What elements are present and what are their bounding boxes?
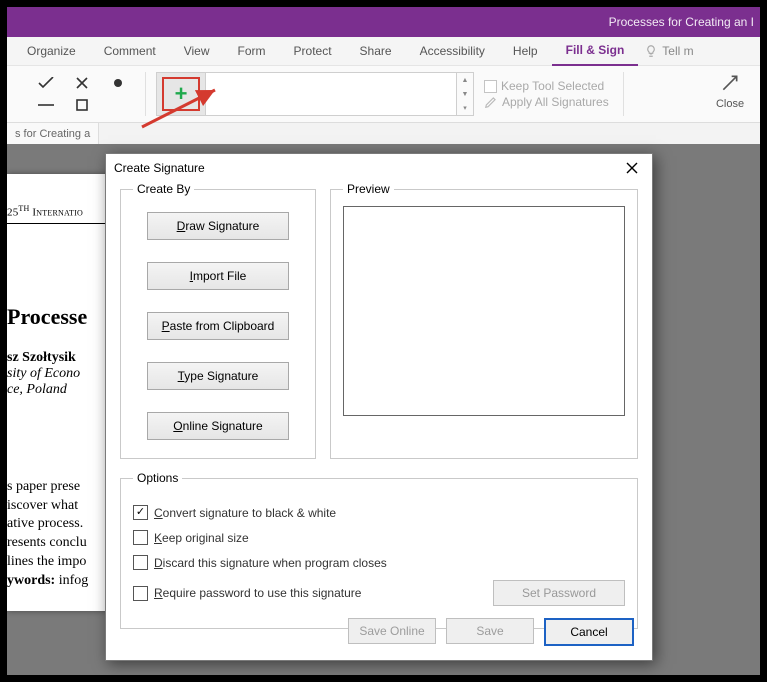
save-online-button: Save Online [348,618,436,644]
menu-protect[interactable]: Protect [280,37,346,65]
mark-line-icon[interactable] [37,98,55,112]
dialog-close-button[interactable] [620,156,644,180]
spinner-down-icon[interactable]: ▼ [457,87,473,101]
options-legend: Options [133,471,182,485]
spinner-more-icon[interactable]: ▾ [457,101,473,115]
type-signature-button[interactable]: Type Signature [147,362,289,390]
page-header-num: 25 [7,207,18,219]
draw-signature-button[interactable]: Draw Signature [147,212,289,240]
mark-check-icon[interactable] [37,76,55,90]
page-header-text: Internatio [29,207,83,219]
lightbulb-icon [644,44,658,58]
menu-view[interactable]: View [170,37,224,65]
gallery-spinner[interactable]: ▲ ▼ ▾ [457,72,474,116]
menu-organize[interactable]: Organize [13,37,90,65]
keep-tool-selected[interactable]: Keep Tool Selected [484,79,609,93]
mark-dot-icon[interactable] [109,76,127,90]
options-group: Options Convert signature to black & whi… [120,471,638,629]
ribbon-separator [145,72,146,116]
require-password-label: Require password to use this signature [154,586,361,600]
apply-all-signatures[interactable]: Apply All Signatures [484,95,609,109]
checkbox-icon [484,80,497,93]
cancel-button[interactable]: Cancel [544,618,634,646]
close-icon [626,162,638,174]
add-signature-highlight: + [162,77,200,111]
mark-rect-icon[interactable] [73,98,91,112]
menu-accessibility[interactable]: Accessibility [406,37,499,65]
page-header-sup: TH [18,204,29,213]
online-signature-button[interactable]: Online Signature [147,412,289,440]
ribbon-options: Keep Tool Selected Apply All Signatures [484,79,609,109]
keep-original-size-label: Keep original size [154,531,249,545]
pen-icon [484,95,498,109]
window-title: Processes for Creating an I [609,15,754,29]
keywords-label: ywords: [7,573,55,588]
preview-legend: Preview [343,182,394,196]
mark-x-icon[interactable] [73,76,91,90]
document-tab[interactable]: s for Creating a [7,123,99,145]
discard-on-close-checkbox[interactable] [133,555,148,570]
import-file-button[interactable]: Import File [147,262,289,290]
create-signature-dialog: Create Signature Create By Draw Signatur… [105,153,653,661]
ribbon-close-group[interactable]: Close [710,70,750,110]
signature-preview-box [343,206,625,416]
signature-gallery: + ▲ ▼ ▾ [156,72,474,116]
create-by-legend: Create By [133,182,194,196]
paste-from-clipboard-button[interactable]: Paste from Clipboard [147,312,289,340]
menu-help[interactable]: Help [499,37,552,65]
dialog-title: Create Signature [114,161,205,175]
spinner-up-icon[interactable]: ▲ [457,73,473,87]
create-by-group: Create By Draw Signature Import File Pas… [120,182,316,459]
add-signature-slot[interactable]: + [156,72,206,116]
convert-bw-label: Convert signature to black & white [154,506,336,520]
dialog-titlebar: Create Signature [106,154,652,182]
keywords-text: infog [55,573,88,588]
require-password-checkbox[interactable] [133,586,148,601]
keep-original-size-checkbox[interactable] [133,530,148,545]
discard-on-close-label: Discard this signature when program clos… [154,556,387,570]
apply-all-label: Apply All Signatures [502,95,609,109]
set-password-button: Set Password [493,580,625,606]
menu-share[interactable]: Share [346,37,406,65]
close-ribbon-label: Close [710,98,750,110]
close-ribbon-icon [710,70,750,96]
ribbon-separator-2 [623,72,624,116]
ribbon: + ▲ ▼ ▾ Keep Tool Selected Apply All Sig [7,66,760,123]
menu-fill-and-sign[interactable]: Fill & Sign [552,36,639,66]
tell-me[interactable]: Tell m [644,44,693,58]
tell-me-label: Tell m [662,44,693,58]
dialog-footer: Save Online Save Cancel [348,618,634,646]
title-bar: Processes for Creating an I [7,7,760,37]
save-button: Save [446,618,534,644]
preview-group: Preview [330,182,638,459]
convert-bw-checkbox[interactable] [133,505,148,520]
menu-bar: Organize Comment View Form Protect Share… [7,37,760,66]
document-tabs: s for Creating a [7,123,760,146]
menu-comment[interactable]: Comment [90,37,170,65]
signature-gallery-strip[interactable] [206,72,457,116]
fill-marks-group [37,76,127,112]
keep-tool-label: Keep Tool Selected [501,79,604,93]
plus-icon: + [175,83,188,105]
menu-form[interactable]: Form [224,37,280,65]
